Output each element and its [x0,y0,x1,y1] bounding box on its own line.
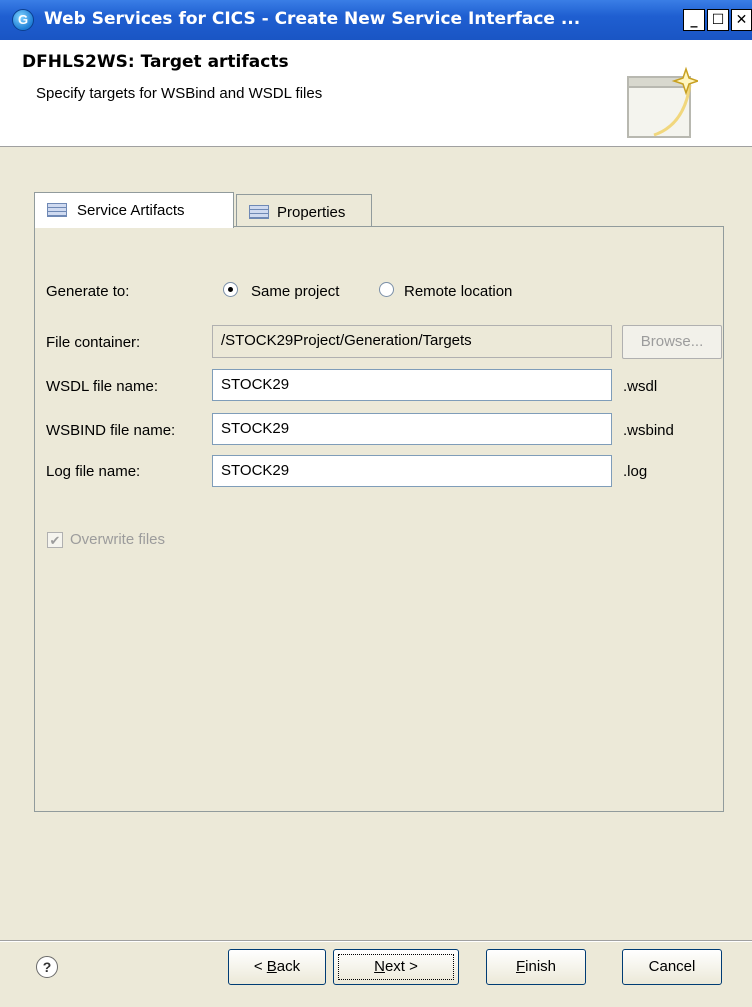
window-title: Web Services for CICS - Create New Servi… [44,9,581,29]
overwrite-files-label: Overwrite files [70,531,166,548]
page-title: DFHLS2WS: Target artifacts [22,52,289,72]
wsdl-suffix: .wsdl [623,378,658,395]
wsbind-suffix: .wsbind [623,422,674,439]
same-project-radio[interactable] [223,282,238,297]
wsdl-file-name-label: WSDL file name: [46,378,158,395]
finish-button[interactable]: Finish [486,949,586,985]
log-file-name-label: Log file name: [46,463,141,480]
log-suffix: .log [623,463,648,480]
wsbind-file-name-label: WSBIND file name: [46,422,176,439]
close-button[interactable]: ✕ [731,9,752,31]
focus-ring [338,954,454,980]
page-description: Specify targets for WSBind and WSDL file… [36,85,323,102]
overwrite-files-checkbox: ✔ [47,532,63,548]
maximize-button[interactable]: ☐ [707,9,729,31]
browse-button: Browse... [622,325,722,359]
tab-properties[interactable]: Properties [236,194,372,227]
button-bar-separator [0,940,752,942]
minimize-button[interactable]: _ [683,9,705,31]
service-artifacts-panel [34,226,724,812]
wsdl-file-name-input[interactable]: STOCK29 [212,369,612,401]
tab-properties-label: Properties [277,204,346,221]
next-button[interactable]: Next > [333,949,459,985]
remote-location-radio[interactable] [379,282,394,297]
file-container-label: File container: [46,334,141,351]
wsbind-file-name-input[interactable]: STOCK29 [212,413,612,445]
back-button[interactable]: < Back [228,949,326,985]
remote-location-label[interactable]: Remote location [404,283,512,300]
help-icon[interactable]: ? [36,956,58,978]
log-file-name-input[interactable]: STOCK29 [212,455,612,487]
tab-service-artifacts[interactable]: Service Artifacts [34,192,234,228]
back-rest: ack [276,958,301,975]
wizard-banner-icon [627,66,698,138]
table-icon [249,205,269,219]
finish-mnemonic: F [515,958,526,975]
finish-rest: inish [525,958,557,975]
generate-to-label: Generate to: [46,283,130,300]
back-prefix: < [253,958,267,975]
file-container-field: /STOCK29Project/Generation/Targets [212,325,612,358]
back-mnemonic: B [266,958,277,975]
same-project-label[interactable]: Same project [251,283,339,300]
cancel-button[interactable]: Cancel [622,949,722,985]
table-icon [47,203,67,217]
cics-web-services-icon: G [12,9,34,31]
tab-service-artifacts-label: Service Artifacts [77,202,185,219]
